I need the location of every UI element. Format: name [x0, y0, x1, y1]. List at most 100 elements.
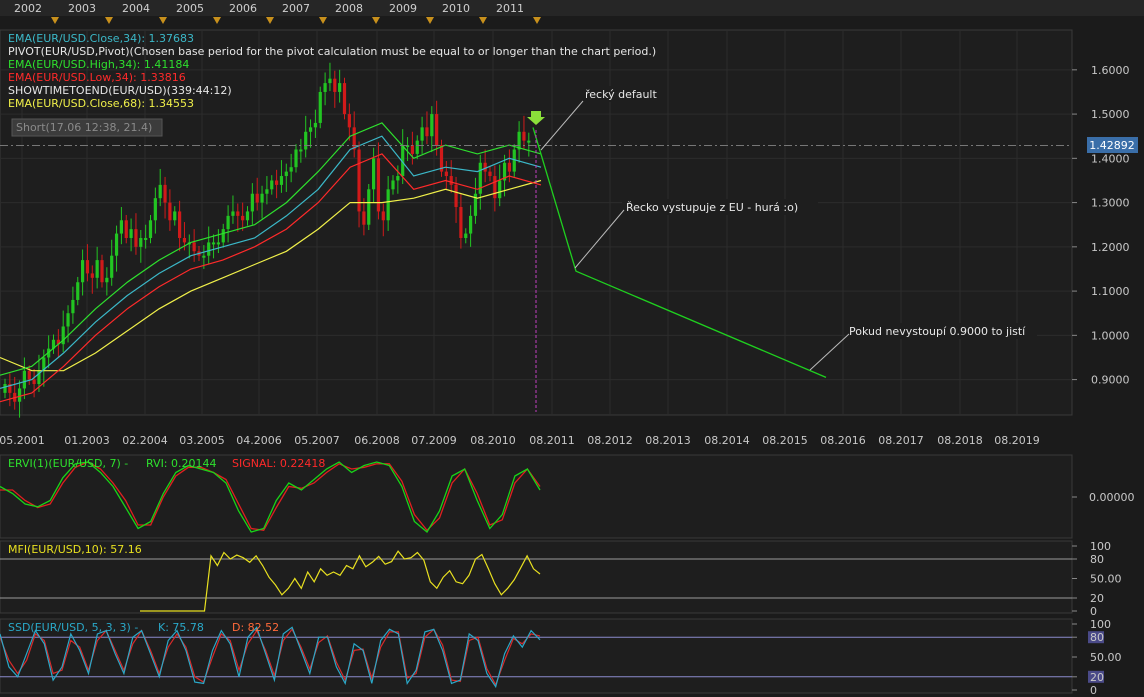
- price-tick-label: 1.2000: [1091, 241, 1130, 254]
- timeline-year-label: 2003: [68, 2, 96, 15]
- annotation-greek-default[interactable]: řecký default: [580, 86, 664, 102]
- candle-body: [367, 189, 371, 225]
- candle-body: [153, 198, 157, 221]
- candle-body: [527, 140, 531, 143]
- candle-body: [260, 193, 264, 203]
- date-tick-label: 05.2007: [294, 434, 340, 447]
- candle-body: [32, 379, 36, 385]
- candle-body: [95, 260, 99, 278]
- candle-body: [216, 242, 220, 245]
- date-tick-label: 08.2013: [645, 434, 691, 447]
- candle-body: [3, 384, 7, 393]
- ssd-panel[interactable]: 10080 50.00 200 SSD(EUR/USD, 5, 3, 3) - K:…: [0, 618, 1122, 697]
- price-tick-label: 1.4000: [1091, 152, 1130, 165]
- ssd-tick-label: 80: [1090, 631, 1104, 644]
- candle-body: [17, 388, 22, 402]
- candle-body: [139, 237, 143, 247]
- candle-body: [71, 299, 75, 314]
- current-price-label: 1.42892: [1089, 139, 1135, 152]
- candle-body: [284, 171, 288, 177]
- candle-body: [342, 83, 347, 115]
- ssd-tick-label: 50.00: [1090, 651, 1122, 664]
- timeline-year-label: 2011: [496, 2, 524, 15]
- candle-body: [517, 131, 521, 150]
- candle-body: [134, 229, 138, 247]
- candle-body: [85, 260, 90, 274]
- candle-body: [415, 140, 419, 154]
- price-tick-label: 1.6000: [1091, 64, 1130, 77]
- candle-body: [202, 255, 206, 258]
- price-marker: 1.42892: [1087, 137, 1138, 153]
- timeline-year-label: 2010: [442, 2, 470, 15]
- ervi-tick-label: 0.00000: [1089, 491, 1135, 504]
- date-tick-label: 03.2005: [179, 434, 225, 447]
- annotation-greece-exit[interactable]: Řecko vystupuje z EU - hurá :o): [622, 199, 818, 215]
- timeline-year-label: 2007: [282, 2, 310, 15]
- candle-body: [163, 184, 167, 203]
- date-tick-label: 08.2018: [937, 434, 983, 447]
- annotation-greek-default-text: řecký default: [585, 88, 657, 101]
- price-tick-label: 1.3000: [1091, 197, 1130, 210]
- candle-body: [76, 282, 80, 300]
- candle-body: [129, 229, 133, 238]
- candle-body: [459, 207, 463, 238]
- candle-body: [464, 233, 468, 238]
- candle-body: [265, 189, 269, 194]
- mfi-panel[interactable]: 10080 50.00 200 MFI(EUR/USD,10): 57.16: [0, 540, 1122, 618]
- trading-chart-window: 2002 2003 2004 2005 2006 2007 2008 2009 2010 2011…: [0, 0, 1144, 697]
- candle-body: [178, 211, 182, 238]
- mfi-tick-label: 0: [1090, 605, 1097, 618]
- candle-body: [507, 162, 511, 172]
- candle-body: [294, 149, 298, 168]
- candle-body: [211, 242, 216, 245]
- date-tick-label: 05.2001: [0, 434, 45, 447]
- candle-body: [105, 277, 109, 283]
- ervi-panel[interactable]: 0.00000 ERVI(1)(EUR/USD, 7) - RVI: 0.201…: [0, 454, 1135, 539]
- candle-body: [110, 255, 114, 278]
- ssd-legend-d: D: 82.52: [232, 621, 279, 634]
- candle-body: [493, 176, 497, 199]
- candle-body: [420, 127, 424, 141]
- candle-body: [376, 158, 381, 212]
- timeline-year-label: 2008: [335, 2, 363, 15]
- candle-body: [425, 127, 429, 137]
- candle-body: [236, 211, 240, 216]
- annotation-support-note[interactable]: Pokud nevystoupí 0.9000 to jistí: [845, 323, 1037, 339]
- candle-body: [148, 220, 153, 238]
- candle-body: [27, 370, 31, 380]
- timeline-year-label: 2004: [122, 2, 150, 15]
- ervi-legend-title: ERVI(1)(EUR/USD, 7) -: [8, 457, 128, 470]
- candle-body: [313, 122, 317, 128]
- date-tick-label: 08.2015: [762, 434, 808, 447]
- date-tick-label: 01.2003: [64, 434, 110, 447]
- candle-body: [144, 237, 148, 240]
- candle-body: [22, 370, 26, 389]
- short-order-badge[interactable]: Short(17.06 12:38, 21.4): [11, 118, 163, 137]
- candle-body: [119, 220, 123, 234]
- candle-body: [275, 180, 279, 185]
- candle-body: [430, 114, 434, 137]
- candle-body: [381, 211, 385, 221]
- candle-body: [90, 273, 94, 278]
- candle-body: [391, 180, 395, 190]
- candle-body: [168, 202, 172, 221]
- candle-body: [362, 211, 366, 225]
- candle-body: [250, 193, 254, 212]
- candle-body: [483, 162, 487, 172]
- ssd-legend-title: SSD(EUR/USD, 5, 3, 3) -: [8, 621, 138, 634]
- candle-body: [386, 189, 390, 221]
- candle-body: [498, 180, 502, 199]
- date-tick-label: 08.2012: [587, 434, 633, 447]
- chart-canvas: 2002 2003 2004 2005 2006 2007 2008 2009 2010 2011…: [0, 0, 1144, 697]
- date-tick-label: 08.2016: [820, 434, 866, 447]
- price-tick-label: 0.9000: [1091, 374, 1130, 387]
- timeline-year-label: 2005: [176, 2, 204, 15]
- candle-body: [100, 260, 104, 283]
- candle-body: [454, 184, 458, 208]
- ssd-tick-label: 20: [1090, 671, 1104, 684]
- price-tick-label: 1.5000: [1091, 108, 1130, 121]
- candle-body: [255, 193, 259, 203]
- price-panel[interactable]: 0.9000 1.0000 1.1000 1.2000 1.3000 1.4000 1.50…: [0, 29, 1138, 447]
- candle-body: [304, 131, 308, 150]
- candle-body: [338, 83, 342, 92]
